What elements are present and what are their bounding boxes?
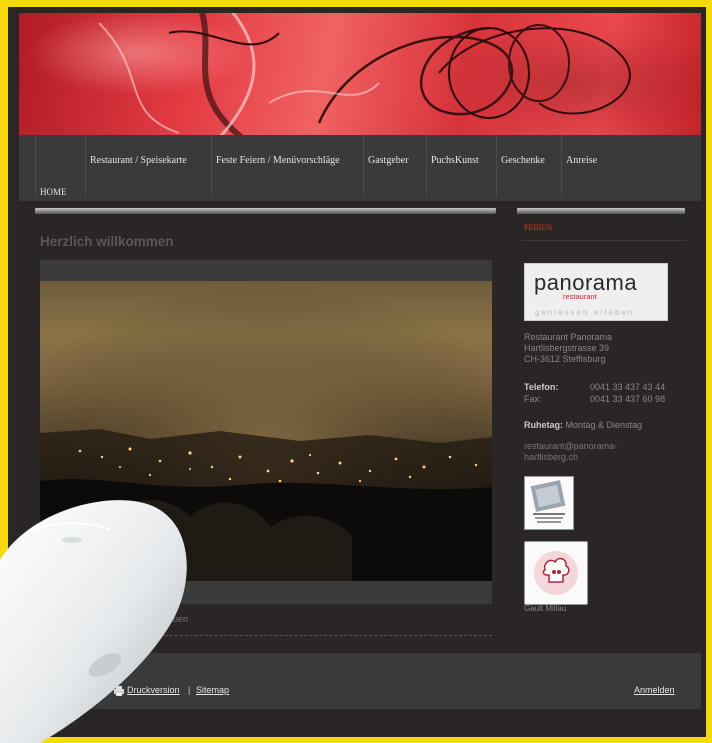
computer-mouse-icon (0, 500, 187, 743)
